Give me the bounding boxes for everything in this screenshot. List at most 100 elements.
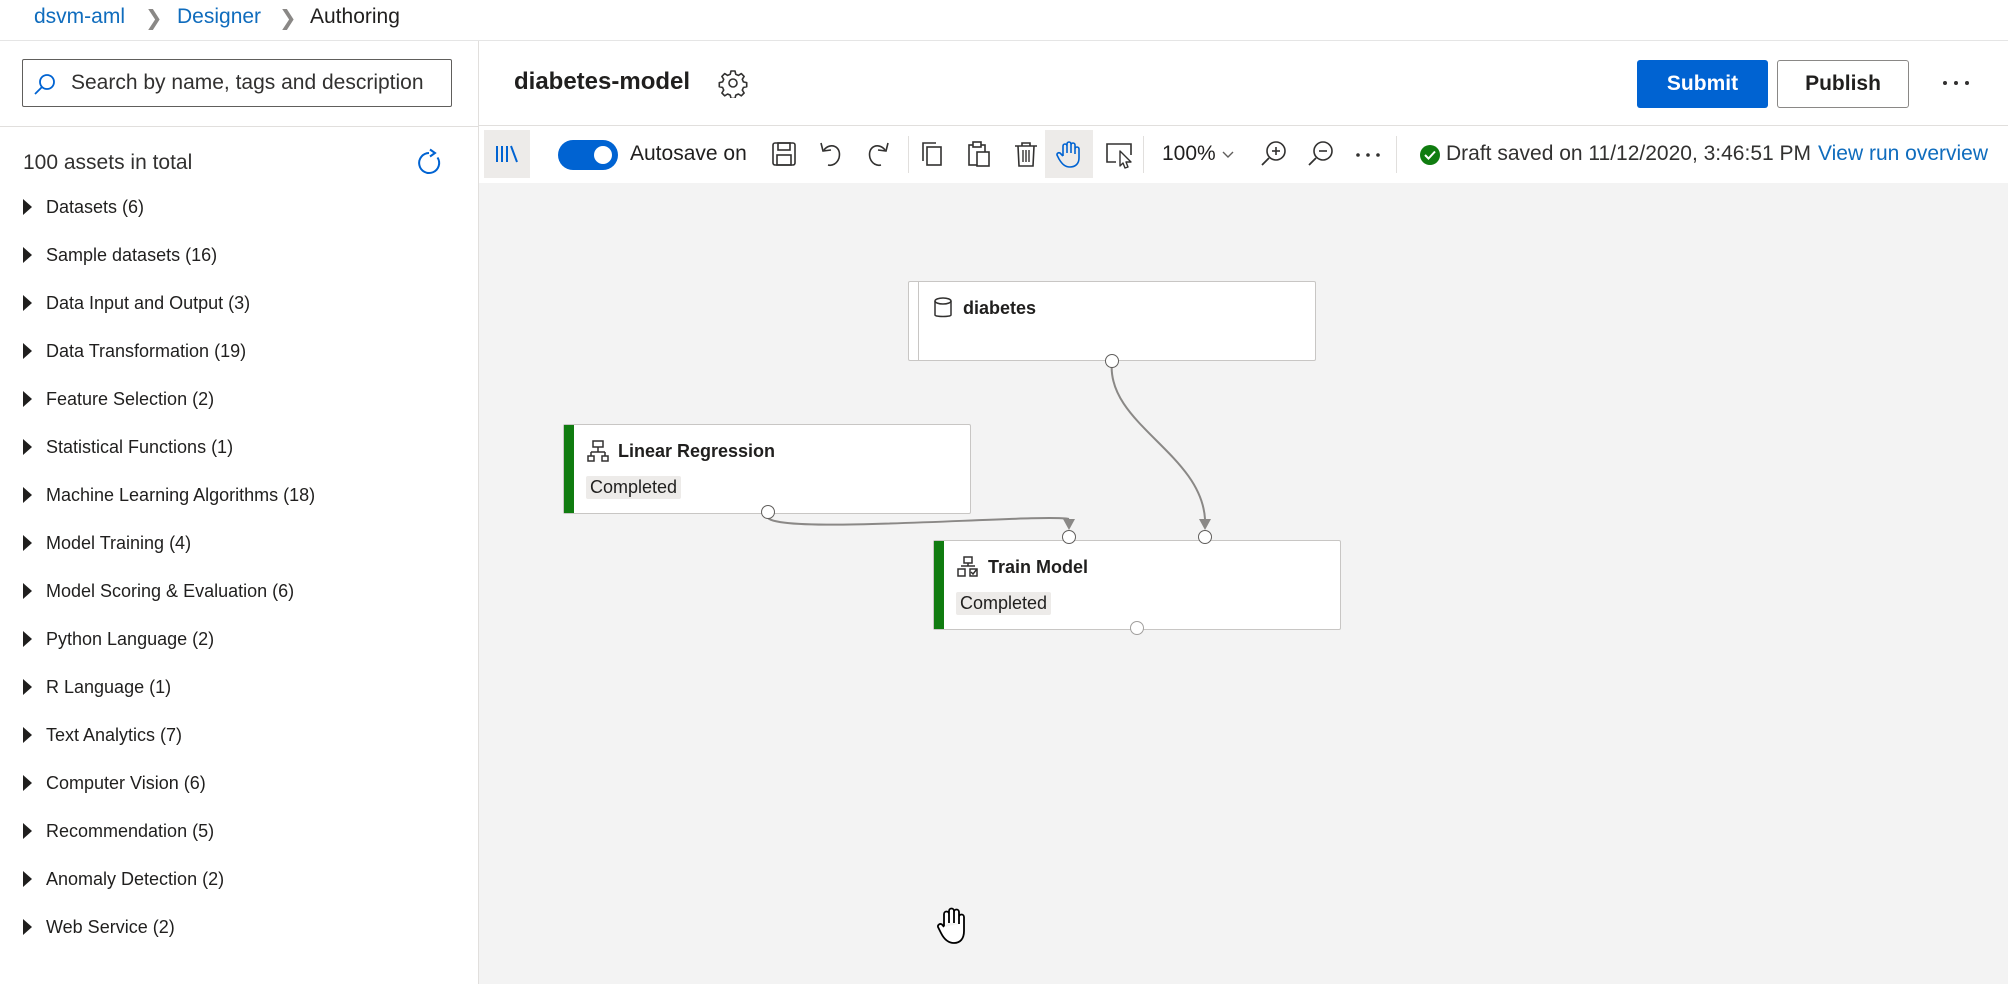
- status-badge: Completed: [956, 592, 1052, 615]
- edge-linear-regression-to-train-model: [766, 513, 1070, 526]
- paste-icon[interactable]: [963, 138, 995, 170]
- output-port[interactable]: [1130, 621, 1144, 635]
- more-options-icon[interactable]: [1940, 68, 1972, 98]
- chevron-right-icon: ❯: [279, 7, 297, 30]
- category-list: Datasets (6) Sample datasets (16) Data I…: [0, 184, 478, 952]
- view-run-overview-link[interactable]: View run overview: [1818, 142, 1988, 166]
- delete-icon[interactable]: [1010, 138, 1042, 170]
- submit-button[interactable]: Submit: [1637, 60, 1768, 108]
- undo-icon[interactable]: [815, 138, 847, 170]
- check-circle-icon: [1420, 145, 1440, 165]
- chevron-down-icon[interactable]: [1221, 148, 1235, 162]
- hand-cursor-icon: [937, 907, 965, 944]
- hierarchy-icon: [587, 440, 609, 462]
- select-tool-icon[interactable]: [1103, 138, 1135, 170]
- node-dataset-diabetes[interactable]: diabetes: [908, 281, 1316, 361]
- search-box[interactable]: [22, 59, 452, 107]
- node-status-bar: [934, 541, 944, 629]
- breadcrumb-workspace-link[interactable]: dsvm-aml: [34, 4, 125, 30]
- category-item[interactable]: Python Language (2): [0, 616, 478, 664]
- output-port[interactable]: [761, 505, 775, 519]
- category-item[interactable]: Datasets (6): [0, 184, 478, 232]
- category-item[interactable]: Data Input and Output (3): [0, 280, 478, 328]
- caret-right-icon: [23, 391, 32, 407]
- autosave-label: Autosave on: [630, 142, 747, 165]
- caret-right-icon: [23, 727, 32, 743]
- hand-pan-icon: [1056, 141, 1080, 168]
- category-item[interactable]: Machine Learning Algorithms (18): [0, 472, 478, 520]
- arrowhead: [1063, 519, 1075, 530]
- category-item[interactable]: Web Service (2): [0, 904, 478, 952]
- category-item[interactable]: Model Scoring & Evaluation (6): [0, 568, 478, 616]
- caret-right-icon: [23, 631, 32, 647]
- breadcrumb: dsvm-aml ❯ Designer ❯ Authoring: [0, 0, 2008, 41]
- category-item[interactable]: Text Analytics (7): [0, 712, 478, 760]
- zoom-out-icon[interactable]: [1305, 138, 1337, 170]
- category-label: Computer Vision (6): [46, 773, 206, 793]
- library-toggle-button[interactable]: [484, 130, 530, 178]
- category-label: Statistical Functions (1): [46, 437, 234, 457]
- redo-icon[interactable]: [862, 138, 894, 170]
- zoom-level[interactable]: 100%: [1162, 142, 1216, 166]
- gear-icon[interactable]: [718, 68, 748, 98]
- input-port[interactable]: [1062, 530, 1076, 544]
- category-label: Model Training (4): [46, 533, 192, 553]
- toggle-knob: [594, 146, 612, 164]
- pipeline-title: diabetes-model: [514, 68, 691, 95]
- pipeline-canvas[interactable]: diabetes Linear Regression Completed Tra…: [479, 183, 2008, 984]
- caret-right-icon: [23, 199, 32, 215]
- status-badge: Completed: [586, 476, 682, 499]
- caret-right-icon: [23, 679, 32, 695]
- search-input[interactable]: [71, 60, 443, 106]
- pan-tool-button[interactable]: [1045, 130, 1093, 178]
- category-label: Text Analytics (7): [46, 725, 183, 745]
- input-port[interactable]: [1198, 530, 1212, 544]
- breadcrumb-designer-link[interactable]: Designer: [177, 4, 261, 30]
- autosave-toggle[interactable]: [558, 140, 618, 170]
- zoom-in-icon[interactable]: [1258, 138, 1290, 170]
- caret-right-icon: [23, 775, 32, 791]
- edge-dataset-to-train-model: [1110, 360, 1206, 520]
- caret-right-icon: [23, 919, 32, 935]
- category-item[interactable]: Sample datasets (16): [0, 232, 478, 280]
- category-item[interactable]: Recommendation (5): [0, 808, 478, 856]
- category-item[interactable]: Model Training (4): [0, 520, 478, 568]
- category-label: Recommendation (5): [46, 821, 215, 841]
- divider: [0, 126, 478, 127]
- caret-right-icon: [23, 295, 32, 311]
- node-linear-regression[interactable]: Linear Regression Completed: [563, 424, 971, 514]
- asset-library-panel: 100 assets in total Datasets (6) Sample …: [0, 41, 479, 984]
- node-title: Train Model: [988, 557, 1089, 577]
- database-icon: [934, 297, 952, 318]
- category-item[interactable]: Feature Selection (2): [0, 376, 478, 424]
- node-title: Linear Regression: [618, 441, 776, 461]
- category-label: Data Transformation (19): [46, 341, 247, 361]
- save-icon[interactable]: [768, 138, 800, 170]
- output-port[interactable]: [1105, 354, 1119, 368]
- more-tools-icon[interactable]: [1352, 138, 1384, 170]
- arrowhead: [1199, 519, 1211, 530]
- publish-button[interactable]: Publish: [1777, 60, 1909, 108]
- category-item[interactable]: Computer Vision (6): [0, 760, 478, 808]
- category-label: Feature Selection (2): [46, 389, 215, 409]
- toolbar-separator: [908, 136, 909, 173]
- node-status-bar: [909, 282, 919, 360]
- caret-right-icon: [23, 487, 32, 503]
- category-item[interactable]: R Language (1): [0, 664, 478, 712]
- caret-right-icon: [23, 583, 32, 599]
- category-item[interactable]: Data Transformation (19): [0, 328, 478, 376]
- search-icon: [34, 74, 55, 95]
- refresh-icon[interactable]: [414, 148, 444, 178]
- library-icon: [496, 145, 518, 163]
- caret-right-icon: [23, 535, 32, 551]
- assets-count: 100 assets in total: [23, 151, 193, 174]
- category-label: Machine Learning Algorithms (18): [46, 485, 316, 505]
- category-label: Web Service (2): [46, 917, 175, 937]
- copy-icon[interactable]: [916, 138, 948, 170]
- category-item[interactable]: Anomaly Detection (2): [0, 856, 478, 904]
- category-item[interactable]: Statistical Functions (1): [0, 424, 478, 472]
- node-train-model[interactable]: Train Model Completed: [933, 540, 1341, 630]
- category-label: Sample datasets (16): [46, 245, 218, 265]
- caret-right-icon: [23, 343, 32, 359]
- caret-right-icon: [23, 823, 32, 839]
